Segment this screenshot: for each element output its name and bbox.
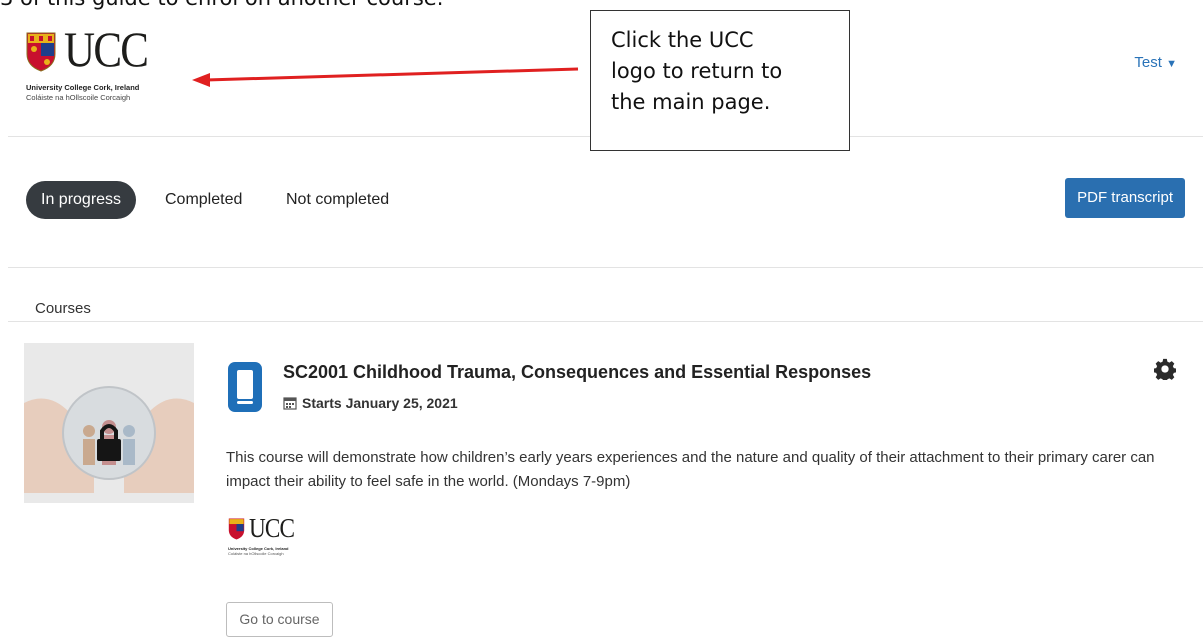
annotation-callout: Click the UCC logo to return to the main… [590, 10, 850, 151]
logo-subtitle: University College Cork, Ireland [26, 83, 140, 92]
callout-line-1: Click the UCC [611, 28, 754, 52]
callout-line-2: logo to return to [611, 59, 783, 83]
ucc-logo[interactable]: UCC University College Cork, Ireland Col… [26, 24, 176, 108]
course-ucc-logo: UCC University College Cork, Ireland Col… [228, 513, 318, 574]
course-image[interactable] [24, 343, 194, 503]
section-divider [8, 321, 1203, 322]
small-logo-subtitle-irish: Coláiste na hOllscoile Corcaigh [228, 551, 284, 556]
course-image-art [24, 343, 194, 503]
course-start-date: Starts January 25, 2021 [302, 395, 458, 411]
tab-completed[interactable]: Completed [165, 181, 242, 219]
section-title: Courses [35, 300, 91, 317]
caret-down-icon: ▼ [1166, 58, 1177, 70]
logo-wordmark: UCC [64, 21, 149, 77]
small-logo-wordmark: UCC [249, 513, 295, 543]
ucc-crest-icon [26, 32, 56, 72]
mobile-course-icon [228, 362, 262, 412]
tab-not-completed[interactable]: Not completed [286, 181, 389, 219]
tabs-divider [8, 267, 1203, 268]
course-description: This course will demonstrate how childre… [226, 449, 1155, 490]
user-menu-label: Test [1134, 54, 1162, 71]
clipped-instruction-text: 3 of this guide to enrol on another cour… [0, 0, 443, 10]
tab-in-progress[interactable]: In progress [26, 181, 137, 219]
gear-icon[interactable] [1154, 358, 1176, 380]
logo-subtitle-irish: Coláiste na hOllscoile Corcaigh [26, 93, 131, 102]
calendar-icon [283, 397, 297, 410]
go-to-course-button[interactable]: Go to course [226, 602, 333, 637]
pdf-transcript-button[interactable]: PDF transcript [1065, 178, 1185, 218]
ucc-crest-small-icon [228, 518, 245, 540]
course-title[interactable]: SC2001 Childhood Trauma, Consequences an… [283, 362, 871, 383]
callout-line-3: the main page. [611, 90, 771, 114]
user-menu[interactable]: Test ▼ [1134, 54, 1177, 71]
